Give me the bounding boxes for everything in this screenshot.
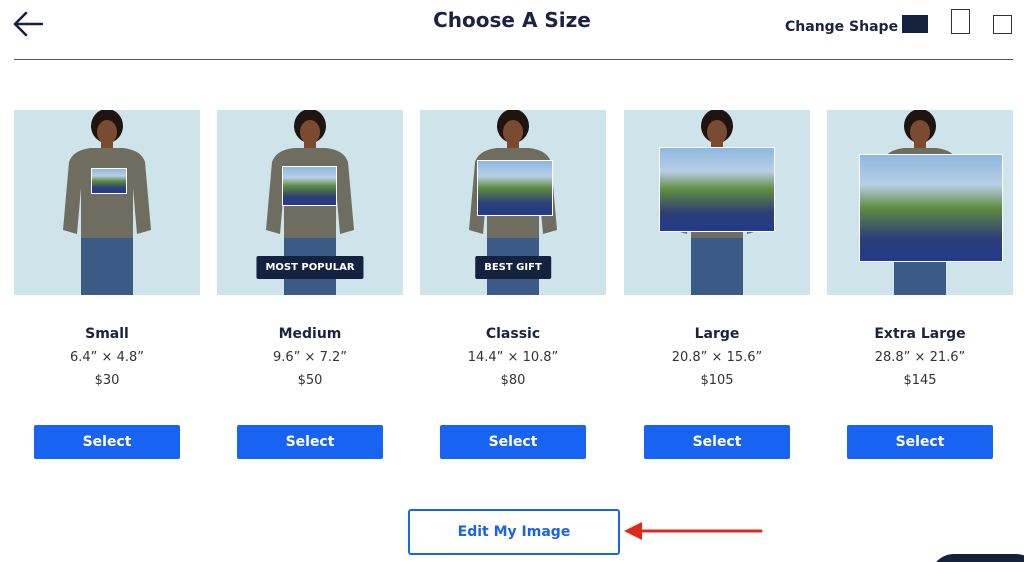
size-chooser-screen: Choose A Size Change Shape Small 6.4” × …	[0, 0, 1024, 562]
size-name: Medium	[278, 326, 342, 342]
size-preview-image: BEST GIFT	[420, 110, 606, 295]
select-extra-large-button[interactable]: Select	[847, 425, 993, 459]
size-dimensions: 9.6” × 7.2”	[273, 350, 347, 365]
model-holding-print	[63, 110, 151, 295]
edit-my-image-button[interactable]: Edit My Image	[408, 509, 620, 555]
size-name: Extra Large	[874, 326, 966, 342]
size-dimensions: 20.8” × 15.6”	[671, 350, 763, 365]
size-card-classic: BEST GIFT Classic 14.4” × 10.8” $80	[420, 110, 606, 388]
portrait-shape-button[interactable]	[951, 9, 970, 34]
size-price: $50	[297, 373, 323, 388]
select-large-button[interactable]: Select	[644, 425, 790, 459]
most-popular-badge: MOST POPULAR	[256, 256, 364, 279]
size-price: $30	[94, 373, 120, 388]
size-preview-image: MOST POPULAR	[217, 110, 403, 295]
size-dimensions: 14.4” × 10.8”	[467, 350, 559, 365]
size-card-large: Large 20.8” × 15.6” $105	[624, 110, 810, 388]
size-card-medium: MOST POPULAR Medium 9.6” × 7.2” $50	[217, 110, 403, 388]
size-price: $105	[700, 373, 734, 388]
select-medium-button[interactable]: Select	[237, 425, 383, 459]
size-preview-image	[624, 110, 810, 295]
size-dimensions: 6.4” × 4.8”	[70, 350, 144, 365]
size-preview-image	[14, 110, 200, 295]
best-gift-badge: BEST GIFT	[475, 256, 551, 279]
size-price: $145	[903, 373, 937, 388]
select-classic-button[interactable]: Select	[440, 425, 586, 459]
landscape-shape-button[interactable]	[902, 15, 928, 33]
header-divider	[14, 59, 1013, 60]
size-card-extra-large: Extra Large 28.8” × 21.6” $145	[827, 110, 1013, 388]
chat-widget-tab[interactable]	[930, 554, 1024, 562]
size-card-small: Small 6.4” × 4.8” $30	[14, 110, 200, 388]
size-name: Large	[694, 326, 740, 342]
change-shape-label: Change Shape	[785, 19, 899, 35]
size-price: $80	[500, 373, 526, 388]
size-dimensions: 28.8” × 21.6”	[874, 350, 966, 365]
select-small-button[interactable]: Select	[34, 425, 180, 459]
square-shape-button[interactable]	[993, 15, 1012, 34]
size-name: Classic	[485, 326, 541, 342]
size-preview-image	[827, 110, 1013, 295]
annotation-arrow-icon	[624, 522, 763, 540]
size-name: Small	[85, 326, 129, 342]
